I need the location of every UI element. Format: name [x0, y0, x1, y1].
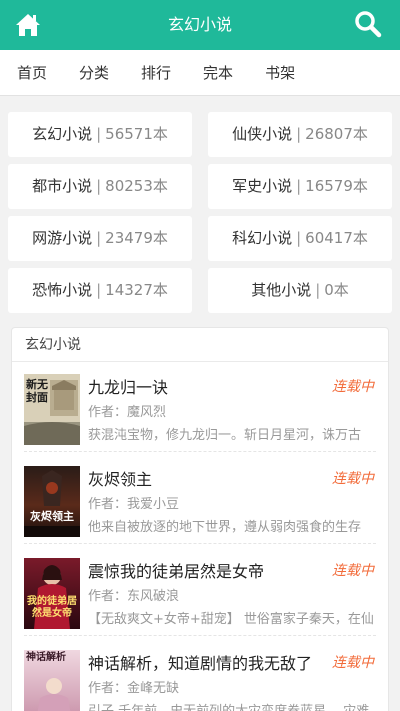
category-xuanhuan[interactable]: 玄幻小说 | 56571本 — [8, 112, 192, 157]
book-description: 获混沌宝物，修九龙归一。斩日月星河，诛万古 — [88, 428, 362, 443]
cover-text: 我的徒弟居然是女帝 — [27, 596, 77, 619]
book-author: 作者：我爱小豆 — [88, 497, 180, 512]
book-description: 引子 千年前，史无前列的大灾变席卷蓝星。 灾难 — [88, 700, 382, 711]
book-item[interactable]: 神话解析 神话解析，知道剧情的我无敌了 连载中 作者：金峰无缺 引子 千年前，史… — [12, 646, 388, 711]
cover-text: 灰烬领主 — [30, 510, 74, 523]
category-junshi[interactable]: 军史小说 | 16579本 — [208, 164, 392, 209]
book-title[interactable]: 神话解析，知道剧情的我无敌了 — [88, 650, 312, 674]
category-count: 56571本 — [105, 125, 168, 143]
category-count: 60417本 — [305, 229, 368, 247]
category-kongbu[interactable]: 恐怖小说 | 14327本 — [8, 268, 192, 313]
divider — [24, 543, 376, 544]
page-title: 玄幻小说 — [167, 15, 232, 34]
cover-text: 新无封面 — [26, 378, 48, 404]
category-name: 科幻小说 — [232, 229, 293, 247]
category-count: 23479本 — [105, 229, 168, 247]
category-name: 网游小说 — [32, 229, 93, 247]
section-title: 玄幻小说 — [12, 328, 388, 362]
category-qita[interactable]: 其他小说 | 0本 — [208, 268, 392, 313]
separator: | — [315, 281, 321, 299]
category-kehuan[interactable]: 科幻小说 | 60417本 — [208, 216, 392, 261]
book-status: 连载中 — [332, 563, 374, 579]
category-count: 80253本 — [105, 177, 168, 195]
category-name: 仙侠小说 — [232, 125, 293, 143]
category-name: 都市小说 — [32, 177, 93, 195]
book-item[interactable]: 灰烬领主 灰烬领主 连载中 作者：我爱小豆 他来自被放逐的地下世界，遵从弱肉强食… — [12, 462, 388, 554]
book-list-section: 玄幻小说 新无封面 九龙归一诀 连载中 作者：魔风烈 获混沌宝物，修九龙归一。斩… — [11, 327, 389, 711]
nav-item-ranking[interactable]: 排行 — [141, 62, 171, 83]
category-count: 0本 — [324, 281, 349, 299]
category-count: 14327本 — [105, 281, 168, 299]
book-author: 作者：魔风烈 — [88, 405, 167, 420]
nav-item-complete[interactable]: 完本 — [203, 62, 233, 83]
book-status: 连载中 — [332, 471, 374, 487]
separator: | — [96, 229, 102, 247]
book-status: 连载中 — [332, 655, 374, 671]
separator: | — [96, 125, 102, 143]
category-count: 16579本 — [305, 177, 368, 195]
category-name: 恐怖小说 — [32, 281, 93, 299]
book-cover[interactable]: 灰烬领主 — [24, 466, 80, 537]
book-title[interactable]: 震惊我的徒弟居然是女帝 — [88, 558, 264, 582]
category-wangyou[interactable]: 网游小说 | 23479本 — [8, 216, 192, 261]
search-icon[interactable] — [354, 10, 382, 38]
category-name: 军史小说 — [232, 177, 293, 195]
book-description: 他来自被放逐的地下世界，遵从弱肉强食的生存 — [88, 520, 362, 535]
separator: | — [296, 229, 302, 247]
book-title[interactable]: 九龙归一诀 — [88, 374, 168, 398]
separator: | — [96, 281, 102, 299]
separator: | — [96, 177, 102, 195]
nav-item-home[interactable]: 首页 — [17, 62, 47, 83]
divider — [24, 451, 376, 452]
book-item[interactable]: 新无封面 九龙归一诀 连载中 作者：魔风烈 获混沌宝物，修九龙归一。斩日月星河，… — [12, 370, 388, 462]
app-header: 玄幻小说 — [0, 0, 400, 50]
book-description: 【无敌爽文+女帝+甜宠】 世俗富家子秦天，在仙 — [88, 612, 374, 627]
separator: | — [296, 177, 302, 195]
separator: | — [296, 125, 302, 143]
book-author: 作者：金峰无缺 — [88, 681, 180, 696]
nav-bar: 首页 分类 排行 完本 书架 — [0, 50, 400, 96]
divider — [24, 635, 376, 636]
book-status: 连载中 — [332, 379, 374, 395]
book-cover[interactable]: 神话解析 — [24, 650, 80, 711]
book-title[interactable]: 灰烬领主 — [88, 466, 152, 490]
nav-item-bookshelf[interactable]: 书架 — [265, 62, 295, 83]
category-count: 26807本 — [305, 125, 368, 143]
book-cover[interactable]: 我的徒弟居然是女帝 — [24, 558, 80, 629]
book-cover[interactable]: 新无封面 — [24, 374, 80, 445]
nav-item-category[interactable]: 分类 — [79, 62, 109, 83]
book-item[interactable]: 我的徒弟居然是女帝 震惊我的徒弟居然是女帝 连载中 作者：东风破浪 【无敌爽文+… — [12, 554, 388, 646]
cover-text: 神话解析 — [26, 652, 66, 663]
category-name: 玄幻小说 — [32, 125, 93, 143]
category-xianxia[interactable]: 仙侠小说 | 26807本 — [208, 112, 392, 157]
book-author: 作者：东风破浪 — [88, 589, 180, 604]
category-name: 其他小说 — [251, 281, 312, 299]
category-dushi[interactable]: 都市小说 | 80253本 — [8, 164, 192, 209]
